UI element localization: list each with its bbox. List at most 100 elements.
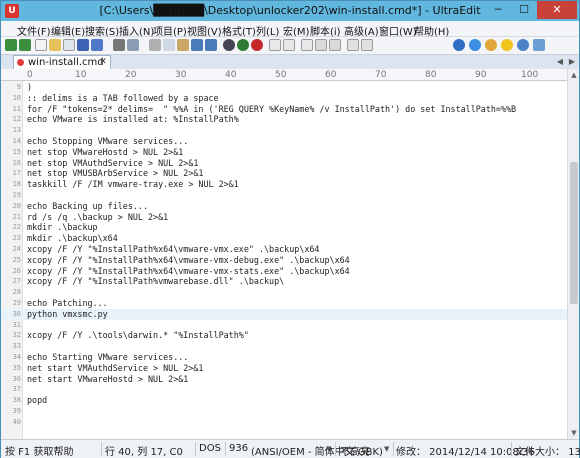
code-line[interactable]: 26 xcopy /F /Y "%InstallPath%x64\vmware-v… <box>1 266 567 277</box>
code-text[interactable]: xcopy /F /Y "%InstallPath%x64\vmware-vmx… <box>27 266 350 277</box>
ftp-icon[interactable] <box>329 39 341 51</box>
code-line[interactable]: 40 <box>1 417 567 428</box>
code-text[interactable]: taskkill /F /IM vmware-tray.exe > NUL 2>… <box>27 179 239 190</box>
code-editor[interactable]: 9) 10:: delims is a TAB followed by a spa… <box>1 81 567 439</box>
lightbulb-icon[interactable] <box>485 39 497 51</box>
close-button[interactable]: ✕ <box>537 1 577 19</box>
code-line[interactable]: 29 echo Patching... <box>1 298 567 309</box>
code-line[interactable]: 11 for /F "tokens=2* delims= " %%A in ('R… <box>1 104 567 115</box>
code-line[interactable]: 33 <box>1 341 567 352</box>
code-line[interactable]: 32 xcopy /F /Y .\tools\darwin.* "%Install… <box>1 330 567 341</box>
code-line[interactable]: 34 echo Starting VMware services... <box>1 352 567 363</box>
scroll-down-icon[interactable]: ▼ <box>568 427 580 439</box>
code-text[interactable]: ) <box>27 82 32 93</box>
minimize-button[interactable]: ─ <box>485 1 511 19</box>
code-line[interactable]: 20 echo Backing up files... <box>1 201 567 212</box>
spell-check-icon[interactable] <box>301 39 313 51</box>
tab-win-install[interactable]: win-install.cmd ✕ <box>13 55 111 69</box>
code-line[interactable]: 36 net start VMwareHostd > NUL 2>&1 <box>1 374 567 385</box>
browser-icon[interactable] <box>315 39 327 51</box>
find-icon[interactable] <box>237 39 249 51</box>
code-text[interactable]: net stop VMUSBArbService > NUL 2>&1 <box>27 168 203 179</box>
code-text[interactable]: mkdir .\backup <box>27 222 98 233</box>
code-line[interactable]: 31 <box>1 320 567 331</box>
arrow-right-icon[interactable] <box>19 39 31 51</box>
open-folder-icon[interactable] <box>49 39 61 51</box>
code-line[interactable]: 18 taskkill /F /IM vmware-tray.exe > NUL … <box>1 179 567 190</box>
menu-project[interactable]: 项目(P) <box>153 23 187 38</box>
menu-window[interactable]: 窗口(W) <box>379 23 417 38</box>
code-line[interactable]: 16 net stop VMAuthdService > NUL 2>&1 <box>1 158 567 169</box>
print-preview-icon[interactable] <box>127 39 139 51</box>
code-text[interactable]: xcopy /F /Y "%InstallPath%x64\vmware-vmx… <box>27 255 350 266</box>
code-text[interactable]: xcopy /F /Y .\tools\darwin.* "%InstallPa… <box>27 330 249 341</box>
save-icon[interactable] <box>77 39 89 51</box>
settings-icon[interactable] <box>347 39 359 51</box>
code-line[interactable]: 19 <box>1 190 567 201</box>
highlight-dropdown-icon[interactable]: ▼ <box>384 445 389 453</box>
code-text[interactable]: net stop VMwareHostd > NUL 2>&1 <box>27 147 183 158</box>
redo-icon[interactable] <box>205 39 217 51</box>
save-all-icon[interactable] <box>91 39 103 51</box>
menu-edit[interactable]: 编辑(E) <box>51 23 85 38</box>
menu-format[interactable]: 格式(T) <box>222 23 256 38</box>
status-line-ending[interactable]: DOS <box>199 443 221 454</box>
menu-advanced[interactable]: 高级(A) <box>344 23 379 38</box>
code-text[interactable]: echo Stopping VMware services... <box>27 136 188 147</box>
code-line[interactable]: 30 python vmxsmc.py <box>1 308 567 320</box>
arrow-left-icon[interactable] <box>5 39 17 51</box>
menu-script[interactable]: 脚本(i) <box>310 23 341 38</box>
undo-icon[interactable] <box>191 39 203 51</box>
code-line[interactable]: 9) <box>1 82 567 93</box>
code-line[interactable]: 21 rd /s /q .\backup > NUL 2>&1 <box>1 212 567 223</box>
code-line[interactable]: 37 <box>1 384 567 395</box>
code-text[interactable]: echo Starting VMware services... <box>27 352 188 363</box>
code-line[interactable]: 15 net stop VMwareHostd > NUL 2>&1 <box>1 147 567 158</box>
menu-search[interactable]: 搜索(S) <box>85 23 119 38</box>
menu-insert[interactable]: 插入(N) <box>119 23 154 38</box>
status-highlight[interactable]: 不高亮 <box>340 443 370 458</box>
code-line[interactable]: 14 echo Stopping VMware services... <box>1 136 567 147</box>
code-line[interactable]: 24 xcopy /F /Y "%InstallPath%x64\vmware-v… <box>1 244 567 255</box>
browser-globe-icon[interactable] <box>469 39 481 51</box>
code-text[interactable]: net stop VMAuthdService > NUL 2>&1 <box>27 158 198 169</box>
code-line[interactable]: 39 <box>1 406 567 417</box>
replace-icon[interactable] <box>251 39 263 51</box>
code-text[interactable]: echo Backing up files... <box>27 201 148 212</box>
paste-icon[interactable] <box>177 39 189 51</box>
info-icon[interactable] <box>453 39 465 51</box>
word-wrap-icon[interactable] <box>283 39 295 51</box>
scroll-up-icon[interactable]: ▲ <box>568 69 580 81</box>
help-icon[interactable] <box>361 39 373 51</box>
encoding-dropdown-icon[interactable]: ▼ <box>326 445 331 453</box>
code-line[interactable]: 12 echo VMware is installed at: %InstallP… <box>1 114 567 125</box>
new-file-icon[interactable] <box>35 39 47 51</box>
menu-column[interactable]: 列(L) <box>256 23 279 38</box>
code-text[interactable]: rd /s /q .\backup > NUL 2>&1 <box>27 212 168 223</box>
status-position[interactable]: 行 40, 列 17, C0 <box>105 443 183 458</box>
code-line[interactable]: 38 popd <box>1 395 567 406</box>
code-text[interactable]: net start VMwareHostd > NUL 2>&1 <box>27 374 188 385</box>
column-mode-icon[interactable] <box>223 39 235 51</box>
code-line[interactable]: 35 net start VMAuthdService > NUL 2>&1 <box>1 363 567 374</box>
close-file-icon[interactable] <box>63 39 75 51</box>
code-line[interactable]: 27 xcopy /F /Y "%InstallPath%vmwarebase.d… <box>1 276 567 287</box>
hex-icon[interactable] <box>269 39 281 51</box>
print-icon[interactable] <box>113 39 125 51</box>
tab-close-icon[interactable]: ✕ <box>98 57 108 67</box>
status-codepage[interactable]: 936 <box>229 443 248 454</box>
code-line[interactable]: 22 mkdir .\backup <box>1 222 567 233</box>
code-text[interactable]: popd <box>27 395 47 406</box>
menu-file[interactable]: 文件(F) <box>17 23 51 38</box>
tab-scroll-right-icon[interactable]: ▶ <box>567 57 577 67</box>
code-text[interactable]: mkdir .\backup\x64 <box>27 233 118 244</box>
extra-tool-icon[interactable] <box>533 39 545 51</box>
code-line[interactable]: 17 net stop VMUSBArbService > NUL 2>&1 <box>1 168 567 179</box>
scroll-thumb[interactable] <box>570 162 578 304</box>
code-text[interactable]: :: delims is a TAB followed by a space <box>27 93 219 104</box>
star-icon[interactable] <box>501 39 513 51</box>
code-text[interactable]: for /F "tokens=2* delims= " %%A in ('REG… <box>27 104 516 115</box>
code-text[interactable]: net start VMAuthdService > NUL 2>&1 <box>27 363 203 374</box>
tab-scroll-left-icon[interactable]: ◀ <box>555 57 565 67</box>
code-line[interactable]: 25 xcopy /F /Y "%InstallPath%x64\vmware-v… <box>1 255 567 266</box>
